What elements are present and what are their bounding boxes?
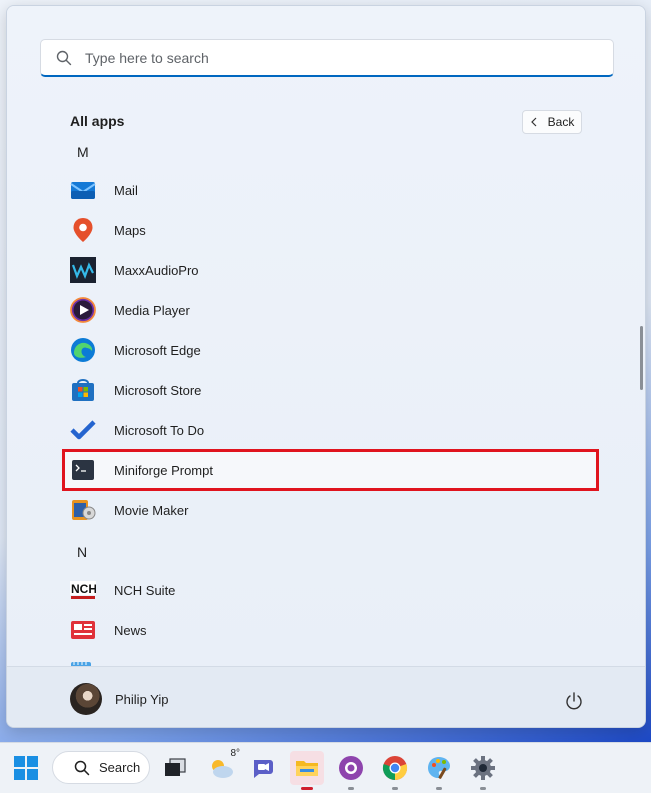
power-icon[interactable] bbox=[564, 691, 584, 711]
file-explorer-button[interactable] bbox=[290, 751, 324, 790]
app-label: Microsoft To Do bbox=[114, 422, 205, 438]
app-label: NCH Suite bbox=[114, 582, 176, 598]
user-name: Philip Yip bbox=[115, 691, 169, 707]
app-label: Miniforge Prompt bbox=[114, 462, 213, 478]
start-menu: All apps Back M Mail bbox=[6, 5, 646, 728]
task-view-icon bbox=[165, 758, 186, 776]
github-desktop-button[interactable] bbox=[334, 751, 368, 790]
teams-chat-button[interactable] bbox=[246, 751, 280, 785]
chrome-button[interactable] bbox=[378, 751, 412, 790]
paint-button[interactable] bbox=[422, 751, 456, 790]
app-item-maps[interactable]: Maps bbox=[62, 212, 597, 248]
all-apps-heading: All apps bbox=[70, 113, 125, 129]
all-apps-panel: All apps Back M Mail bbox=[7, 6, 645, 666]
folder-icon bbox=[296, 761, 318, 776]
store-icon bbox=[70, 377, 96, 403]
mail-icon bbox=[70, 177, 96, 203]
app-item-microsoft-store[interactable]: Microsoft Store bbox=[62, 372, 597, 408]
news-icon bbox=[70, 617, 96, 643]
github-icon bbox=[339, 756, 363, 780]
chat-icon bbox=[254, 760, 273, 778]
terminal-icon bbox=[70, 457, 96, 483]
app-item-news[interactable]: News bbox=[62, 612, 597, 648]
movie-maker-icon bbox=[70, 497, 96, 523]
app-label: Media Player bbox=[114, 302, 190, 318]
weather-icon bbox=[212, 760, 233, 778]
search-icon bbox=[74, 760, 90, 775]
media-player-icon bbox=[70, 297, 96, 323]
chevron-left-icon bbox=[530, 117, 537, 127]
settings-button[interactable] bbox=[466, 751, 500, 790]
start-menu-footer: Philip Yip bbox=[7, 666, 645, 727]
search-input[interactable] bbox=[85, 49, 565, 66]
letter-header-n[interactable]: N bbox=[77, 544, 87, 560]
app-label: Microsoft Store bbox=[114, 382, 202, 398]
weather-widget-button[interactable]: 8° bbox=[204, 748, 240, 785]
back-label: Back bbox=[547, 115, 575, 129]
maps-icon bbox=[70, 217, 96, 243]
task-view-button[interactable] bbox=[158, 751, 192, 785]
running-indicator bbox=[436, 787, 442, 790]
app-item-maxxaudiopro[interactable]: MaxxAudioPro bbox=[62, 252, 597, 288]
start-button[interactable] bbox=[9, 751, 43, 785]
taskbar: Search 8° bbox=[0, 742, 651, 793]
app-item-microsoft-to-do[interactable]: Microsoft To Do bbox=[62, 412, 597, 448]
chrome-icon bbox=[382, 756, 408, 781]
app-label: MaxxAudioPro bbox=[114, 262, 199, 278]
app-label: Microsoft Edge bbox=[114, 342, 201, 358]
edge-icon bbox=[70, 337, 96, 363]
avatar bbox=[70, 683, 102, 715]
taskbar-search-button[interactable]: Search bbox=[52, 751, 150, 784]
user-account-button[interactable]: Philip Yip bbox=[70, 683, 168, 715]
app-label: News bbox=[114, 622, 147, 638]
todo-icon bbox=[70, 417, 96, 443]
app-item-mail[interactable]: Mail bbox=[62, 172, 597, 208]
taskbar-search-label: Search bbox=[99, 760, 141, 775]
app-label: Maps bbox=[114, 222, 146, 238]
running-indicator bbox=[301, 787, 313, 790]
windows-logo-icon bbox=[14, 756, 38, 780]
search-icon bbox=[56, 50, 72, 65]
app-label: Movie Maker bbox=[114, 502, 189, 518]
search-box[interactable] bbox=[40, 39, 614, 77]
app-item-movie-maker[interactable]: Movie Maker bbox=[62, 492, 597, 528]
partial-app-icon bbox=[70, 657, 92, 666]
running-indicator bbox=[392, 787, 398, 790]
app-item-nch-suite[interactable]: NCH NCH Suite bbox=[62, 572, 597, 608]
app-item-media-player[interactable]: Media Player bbox=[62, 292, 597, 328]
running-indicator bbox=[348, 787, 354, 790]
letter-header-m[interactable]: M bbox=[77, 144, 89, 160]
app-item-microsoft-edge[interactable]: Microsoft Edge bbox=[62, 332, 597, 368]
nch-icon: NCH bbox=[70, 577, 96, 603]
running-indicator bbox=[480, 787, 486, 790]
svg-text:NCH: NCH bbox=[71, 582, 96, 596]
paint-palette-icon bbox=[428, 757, 450, 779]
back-button[interactable]: Back bbox=[522, 110, 582, 134]
app-item-miniforge-prompt[interactable]: Miniforge Prompt bbox=[62, 452, 597, 488]
gear-icon bbox=[471, 756, 495, 780]
maxxaudio-icon bbox=[70, 257, 96, 283]
scrollbar-thumb[interactable] bbox=[640, 326, 643, 390]
app-label: Mail bbox=[114, 182, 138, 198]
weather-temperature: 8° bbox=[230, 748, 240, 759]
